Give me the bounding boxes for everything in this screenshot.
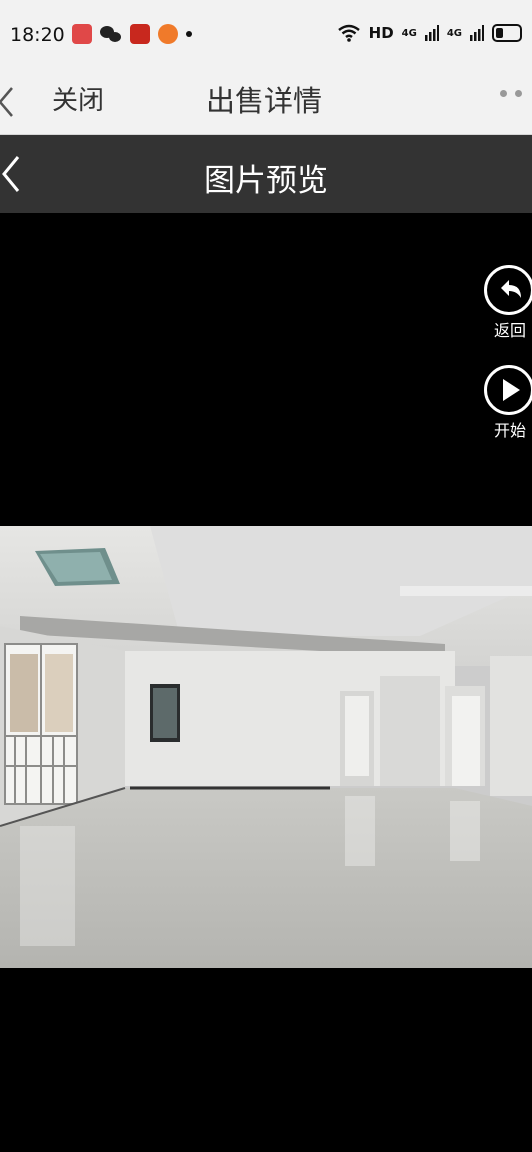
signal-icon — [424, 25, 439, 41]
back-label: 返回 — [494, 321, 527, 340]
app-notification-icon — [130, 24, 150, 44]
wifi-icon — [337, 24, 360, 42]
notification-icons — [72, 24, 192, 44]
room-image — [0, 526, 532, 968]
start-slideshow-button[interactable]: 开始 — [484, 365, 532, 441]
play-icon — [484, 365, 532, 415]
app-header: 关闭 出售详情 — [0, 72, 532, 135]
system-status-icons: HD 4G 4G — [337, 24, 522, 42]
signal-icon — [470, 25, 484, 41]
signal-4g-label: 4G — [446, 27, 462, 39]
close-button[interactable]: 关闭 — [52, 80, 104, 117]
back-button[interactable]: 返回 — [484, 265, 532, 341]
chevron-left-icon[interactable] — [0, 82, 32, 122]
ellipsis-icon — [515, 90, 522, 97]
battery-icon — [492, 24, 522, 42]
app-notification-icon — [158, 24, 178, 44]
property-photo — [0, 526, 532, 968]
status-bar: 18:20 HD 4G 4G — [0, 0, 532, 72]
more-menu-button[interactable] — [500, 90, 522, 97]
hd-indicator: HD — [368, 24, 394, 42]
start-label: 开始 — [494, 421, 527, 440]
preview-title: 图片预览 — [204, 163, 328, 199]
wechat-icon — [100, 24, 122, 44]
page-title: 出售详情 — [206, 84, 323, 118]
more-notifications-dot-icon — [186, 31, 192, 37]
status-time: 18:20 — [10, 24, 65, 46]
app-notification-icon — [72, 24, 92, 44]
ellipsis-icon — [500, 90, 507, 97]
undo-arrow-icon — [484, 265, 532, 315]
preview-toolbar: 图片预览 — [0, 135, 532, 213]
signal-4g-label: 4G — [401, 27, 417, 39]
